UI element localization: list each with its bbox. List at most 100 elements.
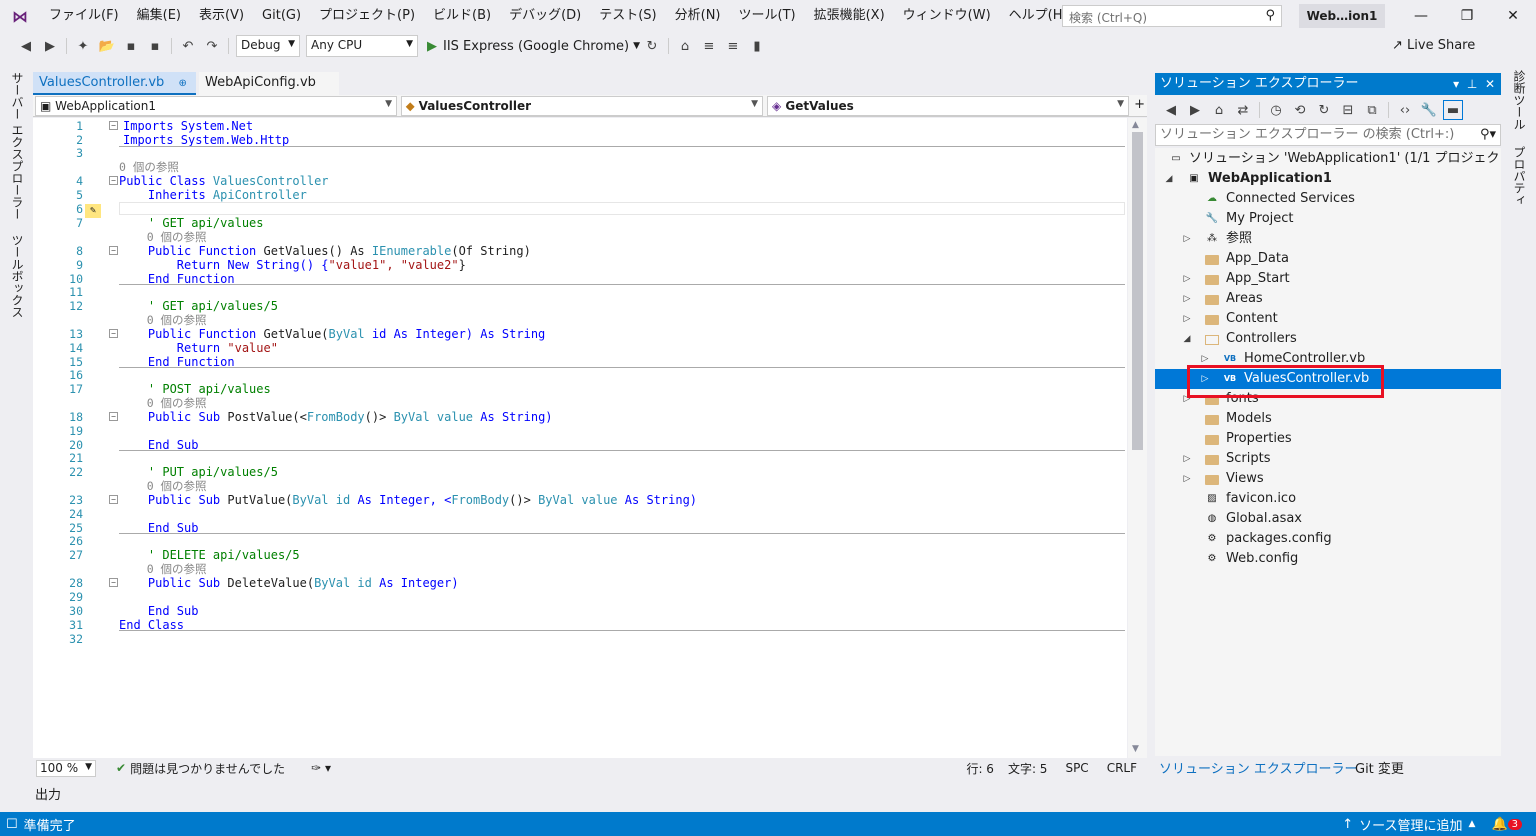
- collapsed-icon[interactable]: ▷: [1181, 269, 1193, 289]
- diagnostic-tools-tab[interactable]: 診断ツール: [1511, 70, 1528, 130]
- bookmark-icon[interactable]: ▮: [747, 36, 767, 56]
- collapsed-icon[interactable]: ▷: [1181, 469, 1193, 489]
- refresh-icon[interactable]: ↻: [642, 36, 662, 56]
- whitespace-indicator[interactable]: SPC: [1065, 761, 1088, 775]
- tree-node-views[interactable]: ▷ Views: [1155, 469, 1501, 489]
- sync-icon[interactable]: ⟲: [1290, 100, 1310, 120]
- forward-icon[interactable]: ▶: [1185, 100, 1205, 120]
- collapse-all-icon[interactable]: ⊟: [1338, 100, 1358, 120]
- tree-node-app-start[interactable]: ▷ App_Start: [1155, 269, 1501, 289]
- preview-icon[interactable]: ▬: [1443, 100, 1463, 120]
- close-button[interactable]: ✕: [1490, 0, 1536, 32]
- fold-toggle[interactable]: −: [109, 412, 118, 421]
- tree-node-favicon[interactable]: ▨ favicon.ico: [1155, 489, 1501, 509]
- line-ending-indicator[interactable]: CRLF: [1107, 761, 1137, 775]
- home-icon[interactable]: ⌂: [1209, 100, 1229, 120]
- comment-icon[interactable]: ≡: [699, 36, 719, 56]
- scroll-up-icon[interactable]: ▲: [1132, 120, 1139, 130]
- tree-node-web-config[interactable]: ⚙ Web.config: [1155, 549, 1501, 569]
- pending-changes-icon[interactable]: ◷: [1266, 100, 1286, 120]
- tree-node-solution[interactable]: ▭ ソリューション 'WebApplication1' (1/1 プロジェクト): [1155, 149, 1517, 169]
- show-all-files-icon[interactable]: ⧉: [1362, 100, 1382, 120]
- reference-count[interactable]: 0 個の参照: [119, 313, 207, 327]
- tree-node-connected-services[interactable]: ☁ Connected Services: [1155, 189, 1501, 209]
- close-icon[interactable]: ✕: [1485, 77, 1495, 91]
- output-panel-tab[interactable]: 出力: [35, 784, 61, 803]
- brush-icon[interactable]: ✑ ▾: [311, 761, 331, 775]
- member-select[interactable]: ◈ GetValues ▼: [767, 96, 1129, 116]
- menu-tools[interactable]: ツール(T): [730, 0, 805, 32]
- view-code-icon[interactable]: ‹›: [1395, 100, 1415, 120]
- notifications-bell-icon[interactable]: 🔔: [1491, 817, 1507, 832]
- column-indicator[interactable]: 文字: 5: [1008, 760, 1048, 777]
- fold-toggle[interactable]: −: [109, 495, 118, 504]
- collapsed-icon[interactable]: ▷: [1181, 289, 1193, 309]
- zoom-select[interactable]: 100 % ▼: [36, 759, 96, 777]
- menu-project[interactable]: プロジェクト(P): [310, 0, 424, 32]
- quick-action-pencil-icon[interactable]: ✎: [85, 204, 101, 218]
- search-input[interactable]: 検索 (Ctrl+Q) ⚲: [1062, 5, 1282, 27]
- back-icon[interactable]: ◀: [16, 36, 36, 56]
- properties-wrench-icon[interactable]: 🔧: [1419, 100, 1439, 120]
- live-share-button[interactable]: ↗ Live Share: [1392, 38, 1475, 53]
- tree-node-my-project[interactable]: 🔧 My Project: [1155, 209, 1501, 229]
- tree-node-app-data[interactable]: App_Data: [1155, 249, 1501, 269]
- save-icon[interactable]: ▪: [121, 36, 141, 56]
- issues-status[interactable]: 問題は見つかりませんでした: [130, 760, 285, 777]
- collapsed-icon[interactable]: ▷: [1181, 449, 1193, 469]
- menu-edit[interactable]: 編集(E): [128, 0, 190, 32]
- code-editor[interactable]: 1 2 3 4 5 6 7 8 9 10 11 12 13 14 15 16 17 18 19 20 21 22 23 24 2…: [33, 118, 1127, 758]
- fold-toggle[interactable]: −: [109, 578, 118, 587]
- toolbox-tab[interactable]: ツールボックス: [9, 234, 26, 318]
- menu-extensions[interactable]: 拡張機能(X): [805, 0, 894, 32]
- project-select[interactable]: ▣ WebApplication1 ▼: [35, 96, 397, 116]
- tree-node-project[interactable]: ◢ ▣ WebApplication1: [1155, 169, 1501, 189]
- source-control-button[interactable]: ソース管理に追加: [1359, 815, 1462, 834]
- expanded-icon[interactable]: ◢: [1163, 169, 1175, 189]
- back-icon[interactable]: ◀: [1161, 100, 1181, 120]
- fold-toggle[interactable]: −: [109, 176, 118, 185]
- tab-values-controller[interactable]: ValuesController.vb ⊕ ✕: [33, 72, 196, 112]
- new-project-icon[interactable]: ✦: [73, 36, 93, 56]
- tree-node-models[interactable]: Models: [1155, 409, 1501, 429]
- menu-file[interactable]: ファイル(F): [40, 0, 128, 32]
- collapsed-icon[interactable]: ▷: [1181, 229, 1193, 249]
- tree-node-scripts[interactable]: ▷ Scripts: [1155, 449, 1501, 469]
- pin-icon[interactable]: ⊥: [1467, 77, 1477, 91]
- tree-node-areas[interactable]: ▷ Areas: [1155, 289, 1501, 309]
- uncomment-icon[interactable]: ≡: [723, 36, 743, 56]
- save-all-icon[interactable]: ▪: [145, 36, 165, 56]
- tree-node-properties[interactable]: Properties: [1155, 429, 1501, 449]
- redo-icon[interactable]: ↷: [202, 36, 222, 56]
- split-icon[interactable]: +: [1134, 97, 1145, 112]
- browser-link-icon[interactable]: ⌂: [675, 36, 695, 56]
- fold-toggle[interactable]: −: [109, 329, 118, 338]
- line-indicator[interactable]: 行: 6: [966, 760, 994, 777]
- minimize-button[interactable]: —: [1398, 0, 1444, 32]
- undo-icon[interactable]: ↶: [178, 36, 198, 56]
- menu-window[interactable]: ウィンドウ(W): [894, 0, 1000, 32]
- platform-select[interactable]: Any CPU ▼: [306, 35, 418, 57]
- scroll-down-icon[interactable]: ▼: [1132, 744, 1139, 754]
- open-folder-icon[interactable]: 📂: [97, 36, 117, 56]
- scroll-thumb[interactable]: [1132, 132, 1143, 450]
- menu-git[interactable]: Git(G): [253, 0, 310, 32]
- forward-icon[interactable]: ▶: [40, 36, 60, 56]
- tree-node-global-asax[interactable]: ◍ Global.asax: [1155, 509, 1501, 529]
- menu-build[interactable]: ビルド(B): [424, 0, 500, 32]
- run-button[interactable]: ▶ IIS Express (Google Chrome) ▼: [427, 39, 640, 54]
- menu-debug[interactable]: デバッグ(D): [500, 0, 590, 32]
- class-select[interactable]: ⬥ ValuesController ▼: [401, 96, 763, 116]
- dropdown-icon[interactable]: ▾: [1453, 77, 1459, 91]
- tab-solution-explorer[interactable]: ソリューション エクスプローラー: [1159, 758, 1357, 777]
- tab-webapiconfig[interactable]: WebApiConfig.vb: [199, 72, 339, 95]
- tab-git-changes[interactable]: Git 変更: [1355, 758, 1404, 777]
- editor-vertical-scrollbar[interactable]: ▲ ▼: [1128, 118, 1147, 758]
- menu-analyze[interactable]: 分析(N): [666, 0, 730, 32]
- properties-tab[interactable]: プロパティ: [1511, 146, 1528, 206]
- reference-count[interactable]: 0 個の参照: [119, 479, 207, 493]
- tree-node-content[interactable]: ▷ Content: [1155, 309, 1501, 329]
- restore-button[interactable]: ❐: [1444, 0, 1490, 32]
- menu-view[interactable]: 表示(V): [190, 0, 253, 32]
- refresh-icon[interactable]: ↻: [1314, 100, 1334, 120]
